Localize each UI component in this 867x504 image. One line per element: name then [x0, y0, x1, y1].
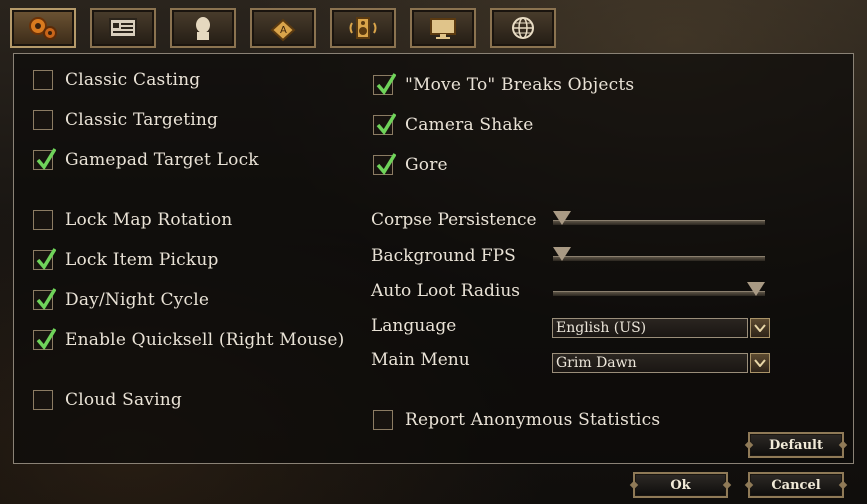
checkbox[interactable]	[33, 328, 56, 350]
option-label: Enable Quicksell (Right Mouse)	[65, 330, 345, 350]
language-dropdown-button[interactable]	[750, 318, 770, 338]
background-fps-slider[interactable]	[553, 247, 765, 267]
settings-tab-bar: A	[10, 8, 556, 50]
slider-handle[interactable]	[747, 282, 765, 296]
main-menu-select[interactable]: Grim Dawn	[552, 353, 770, 373]
tab-video[interactable]	[410, 8, 476, 48]
option-label: Classic Casting	[65, 70, 201, 90]
option-classic-targeting[interactable]: Classic Targeting	[33, 106, 218, 134]
tab-controls[interactable]: A	[250, 8, 316, 48]
checkbox[interactable]	[33, 390, 53, 410]
option-lock-map-rotation[interactable]: Lock Map Rotation	[33, 206, 232, 234]
option-label: Cloud Saving	[65, 390, 182, 410]
checkmark-icon	[36, 288, 56, 310]
option-gore[interactable]: Gore	[373, 151, 448, 179]
option-enable-quicksell[interactable]: Enable Quicksell (Right Mouse)	[33, 326, 344, 354]
option-gamepad-target-lock[interactable]: Gamepad Target Lock	[33, 146, 259, 174]
tab-network[interactable]	[490, 8, 556, 48]
option-label: Camera Shake	[405, 115, 534, 135]
globe-icon	[512, 17, 534, 39]
slider-track[interactable]	[553, 220, 765, 225]
option-report-anonymous-statistics[interactable]: Report Anonymous Statistics	[373, 406, 660, 434]
option-label: Lock Item Pickup	[65, 250, 219, 270]
checkbox[interactable]	[33, 248, 56, 270]
checkmark-icon	[36, 248, 56, 270]
checkmark-icon	[376, 73, 396, 95]
corpse-persistence-label: Corpse Persistence	[371, 210, 537, 230]
option-move-to-breaks-objects[interactable]: "Move To" Breaks Objects	[373, 71, 634, 99]
tab-audio[interactable]	[330, 8, 396, 48]
checkmark-icon	[36, 148, 56, 170]
option-cloud-saving[interactable]: Cloud Saving	[33, 386, 182, 414]
main-menu-value[interactable]: Grim Dawn	[552, 353, 748, 373]
speaker-icon	[349, 17, 377, 39]
slider-track[interactable]	[553, 291, 765, 296]
option-label: Gamepad Target Lock	[65, 150, 259, 170]
checkbox[interactable]	[33, 148, 56, 170]
checkbox[interactable]	[373, 153, 396, 175]
option-label: Report Anonymous Statistics	[405, 410, 661, 430]
cancel-button[interactable]: Cancel	[748, 472, 844, 498]
default-button[interactable]: Default	[748, 432, 844, 458]
gears-icon	[29, 17, 57, 40]
option-label: Gore	[405, 155, 448, 175]
corpse-persistence-slider[interactable]	[553, 211, 765, 231]
checkbox[interactable]	[373, 113, 396, 135]
option-lock-item-pickup[interactable]: Lock Item Pickup	[33, 246, 219, 274]
option-label: "Move To" Breaks Objects	[405, 75, 635, 95]
slider-handle[interactable]	[553, 211, 571, 225]
background-fps-label: Background FPS	[371, 246, 516, 266]
checkbox[interactable]	[33, 210, 53, 230]
option-label: Classic Targeting	[65, 110, 219, 130]
option-label: Lock Map Rotation	[65, 210, 233, 230]
checkbox[interactable]	[33, 110, 53, 130]
checkmark-icon	[376, 113, 396, 135]
main-menu-dropdown-button[interactable]	[750, 353, 770, 373]
tab-interface[interactable]	[90, 8, 156, 48]
main-menu-label: Main Menu	[371, 350, 470, 370]
chevron-down-icon	[754, 359, 766, 367]
language-value[interactable]: English (US)	[552, 318, 748, 338]
tab-gameplay[interactable]	[10, 8, 76, 48]
checkbox[interactable]	[33, 288, 56, 310]
option-day-night-cycle[interactable]: Day/Night Cycle	[33, 286, 209, 314]
checkmark-icon	[376, 153, 396, 175]
svg-text:A: A	[280, 25, 287, 36]
checkbox[interactable]	[33, 70, 53, 90]
interface-icon	[109, 18, 137, 38]
tab-character[interactable]	[170, 8, 236, 48]
slider-handle[interactable]	[553, 247, 571, 261]
checkmark-icon	[36, 328, 56, 350]
option-label: Day/Night Cycle	[65, 290, 210, 310]
auto-loot-radius-slider[interactable]	[553, 282, 765, 302]
chevron-down-icon	[754, 324, 766, 332]
checkbox[interactable]	[373, 73, 396, 95]
language-label: Language	[371, 316, 457, 336]
option-camera-shake[interactable]: Camera Shake	[373, 111, 533, 139]
ok-button[interactable]: Ok	[633, 472, 728, 498]
keyboard-icon: A	[270, 18, 296, 42]
language-select[interactable]: English (US)	[552, 318, 770, 338]
character-icon	[196, 17, 210, 40]
monitor-icon	[430, 18, 456, 39]
slider-track[interactable]	[553, 256, 765, 261]
option-classic-casting[interactable]: Classic Casting	[33, 66, 200, 94]
auto-loot-radius-label: Auto Loot Radius	[371, 281, 521, 301]
checkbox[interactable]	[373, 410, 393, 430]
